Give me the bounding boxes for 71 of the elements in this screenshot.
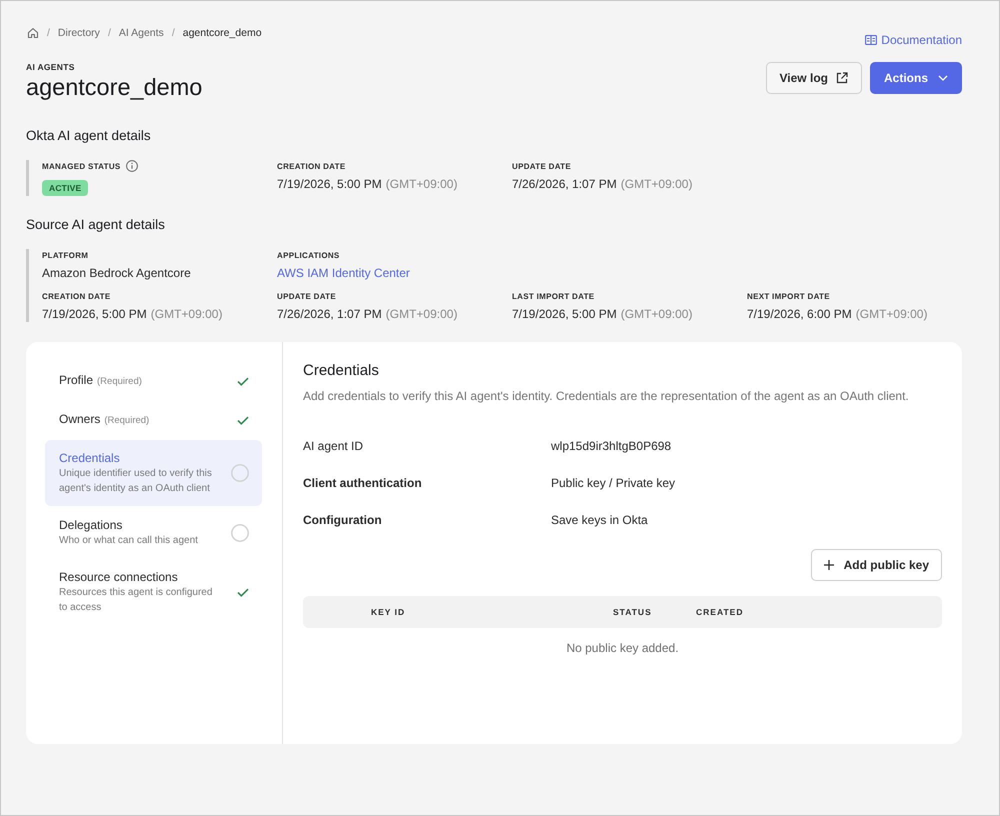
chevron-down-icon bbox=[938, 75, 948, 81]
section-heading: Okta AI agent details bbox=[26, 127, 152, 145]
date-value: 7/26/2026, 1:07 PM bbox=[512, 176, 617, 192]
timezone-label: (GMT+09:00) bbox=[386, 306, 458, 322]
date-value: 7/19/2026, 6:00 PM bbox=[747, 306, 852, 322]
field-label: CREATION DATE bbox=[42, 292, 110, 300]
step-nav-item[interactable]: Profile (Required) bbox=[45, 362, 262, 400]
field-value: Public key / Private key bbox=[551, 476, 676, 490]
timezone-label: (GMT+09:00) bbox=[386, 176, 458, 192]
step-description: Unique identifier used to verify this agent's identity as an OAuth client bbox=[59, 467, 213, 496]
field-label: CREATION DATE bbox=[277, 162, 346, 170]
step-nav-item[interactable]: Delegations Who or what can call this agent bbox=[45, 507, 262, 558]
add-public-key-button[interactable]: Add public key bbox=[810, 549, 942, 581]
field-label: MANAGED STATUS bbox=[42, 162, 121, 170]
breadcrumb-link[interactable]: agentcore_demo bbox=[182, 27, 262, 39]
field-label: PLATFORM bbox=[42, 250, 88, 260]
field-label: UPDATE DATE bbox=[277, 292, 336, 300]
field-value: Amazon Bedrock Agentcore bbox=[42, 265, 191, 281]
step-nav-item[interactable]: Resource connections Resources this agent is configured to access bbox=[45, 559, 262, 625]
actions-menu-button[interactable]: Actions bbox=[870, 62, 962, 94]
home-icon[interactable] bbox=[27, 27, 39, 39]
breadcrumb-separator: / bbox=[172, 27, 175, 39]
step-title: Delegations bbox=[59, 517, 122, 533]
timezone-label: (GMT+09:00) bbox=[856, 306, 928, 322]
book-icon bbox=[865, 35, 878, 45]
step-title: Owners bbox=[59, 411, 100, 427]
date-value: 7/19/2026, 5:00 PM bbox=[42, 306, 147, 322]
breadcrumb-link[interactable]: AI Agents bbox=[118, 27, 164, 39]
timezone-label: (GMT+09:00) bbox=[620, 306, 692, 322]
required-note: (Required) bbox=[97, 375, 142, 389]
field-label: Client authentication bbox=[303, 476, 423, 490]
view-log-button[interactable]: View log bbox=[766, 62, 862, 94]
step-nav-item[interactable]: Owners (Required) bbox=[45, 401, 262, 439]
date-value: 7/19/2026, 5:00 PM bbox=[277, 176, 382, 192]
step-description: Who or what can call this agent bbox=[59, 534, 199, 548]
field-value: Save keys in Okta bbox=[551, 512, 649, 526]
empty-table-message: No public key added. bbox=[565, 640, 680, 656]
step-title: Credentials bbox=[59, 450, 120, 466]
status-badge: ACTIVE bbox=[42, 180, 88, 196]
step-nav-item[interactable]: Credentials Unique identifier used to verify this agent's identity as an OAuth client bbox=[45, 440, 262, 506]
section-description: Add credentials to verify this AI agent's identity. Credentials are the representation of the agent as an OAuth client. bbox=[303, 388, 910, 404]
field-label: NEXT IMPORT DATE bbox=[747, 292, 830, 300]
documentation-link[interactable]: Documentation bbox=[865, 32, 962, 48]
eyebrow-label: AI AGENTS bbox=[26, 61, 76, 73]
external-link-icon bbox=[836, 72, 848, 84]
step-description: Resources this agent is configured to access bbox=[59, 586, 214, 615]
field-label: Configuration bbox=[303, 512, 383, 526]
info-icon[interactable] bbox=[126, 160, 138, 172]
timezone-label: (GMT+09:00) bbox=[150, 306, 222, 322]
column-header: CREATED bbox=[696, 607, 744, 617]
field-label: LAST IMPORT DATE bbox=[512, 292, 594, 300]
application-link[interactable]: AWS IAM Identity Center bbox=[277, 265, 410, 281]
required-note: (Required) bbox=[104, 414, 150, 428]
column-header: STATUS bbox=[613, 607, 653, 617]
step-title: Profile bbox=[59, 372, 94, 388]
date-value: 7/26/2026, 1:07 PM bbox=[277, 306, 382, 322]
field-value: wlp15d9ir3hltgB0P698 bbox=[551, 438, 672, 452]
section-title: Credentials bbox=[303, 361, 380, 381]
breadcrumb-link[interactable]: Directory bbox=[58, 27, 100, 39]
field-label: AI agent ID bbox=[303, 438, 364, 452]
section-heading: Source AI agent details bbox=[26, 216, 166, 234]
breadcrumb-separator: / bbox=[47, 27, 50, 39]
column-header: KEY ID bbox=[371, 607, 406, 617]
page-title: agentcore_demo bbox=[26, 73, 202, 101]
plus-icon bbox=[824, 560, 834, 570]
timezone-label: (GMT+09:00) bbox=[620, 176, 692, 192]
date-value: 7/19/2026, 5:00 PM bbox=[512, 306, 617, 322]
field-label: UPDATE DATE bbox=[512, 162, 572, 170]
breadcrumb-separator: / bbox=[108, 27, 111, 39]
field-label: APPLICATIONS bbox=[277, 250, 340, 260]
step-title: Resource connections bbox=[59, 569, 178, 585]
